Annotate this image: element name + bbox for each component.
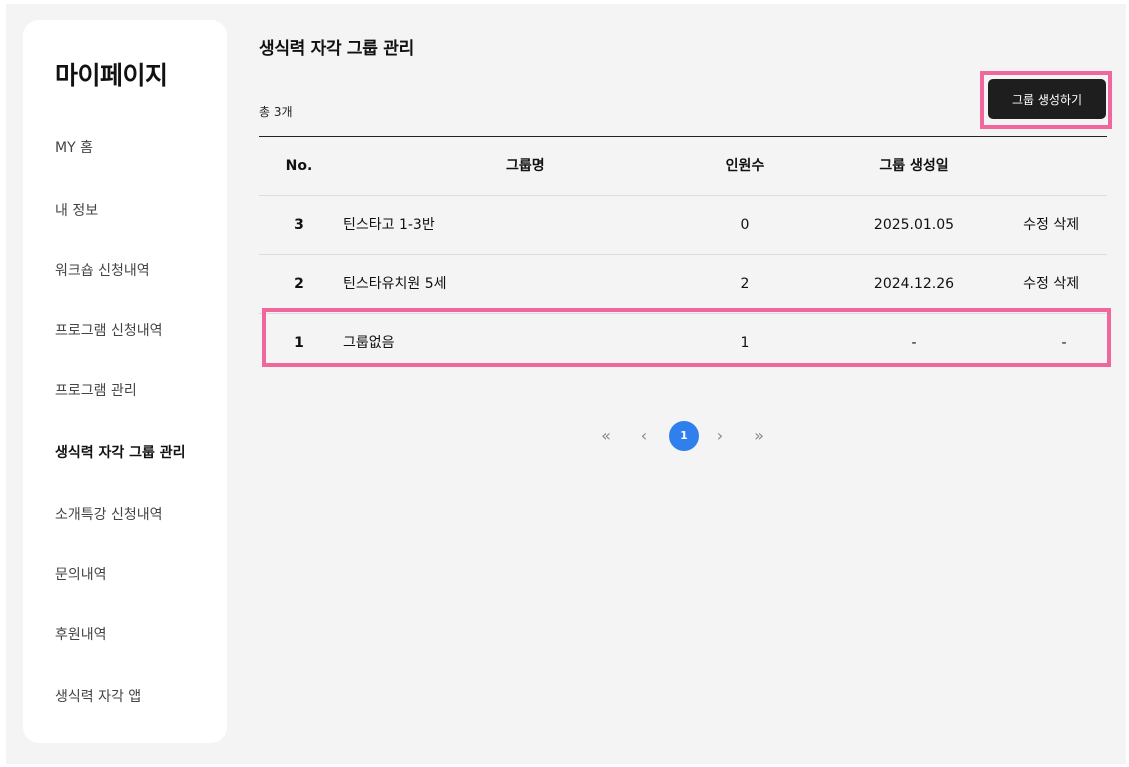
last-page-icon[interactable]: » (749, 421, 769, 451)
sidebar-item-lecture[interactable]: 소개특강 신청내역 (55, 504, 163, 524)
row-created: 2024.12.26 (873, 276, 955, 292)
sidebar: 마이페이지 MY 홈 내 정보 워크숍 신청내역 프로그램 신청내역 프로그램 … (23, 20, 227, 743)
sidebar-item-program-applications[interactable]: 프로그램 신청내역 (55, 320, 163, 340)
table-row[interactable]: 2 틴스타유치원 5세 2 2024.12.26 수정 삭제 (259, 255, 1107, 314)
delete-link[interactable]: 삭제 (1053, 255, 1079, 313)
sidebar-item-donations[interactable]: 후원내역 (55, 624, 107, 644)
table-header: No. 그룹명 인원수 그룹 생성일 (259, 137, 1107, 196)
sidebar-item-my-home[interactable]: MY 홈 (55, 137, 93, 157)
pagination: « ‹ 1 › » (0, 421, 1129, 451)
sidebar-item-workshop[interactable]: 워크숍 신청내역 (55, 260, 150, 280)
sidebar-title: 마이페이지 (55, 61, 168, 90)
first-page-icon[interactable]: « (596, 421, 616, 451)
sidebar-item-app[interactable]: 생식력 자각 앱 (55, 686, 141, 706)
row-count: 2 (740, 276, 750, 292)
row-no: 3 (294, 217, 304, 233)
row-name: 틴스타유치원 5세 (343, 276, 447, 292)
row-count: 0 (740, 217, 750, 233)
header-no: No. (285, 158, 313, 174)
prev-page-icon[interactable]: ‹ (636, 421, 652, 451)
edit-link[interactable]: 수정 (1023, 255, 1049, 313)
page-title: 생식력 자각 그룹 관리 (259, 39, 414, 59)
header-name: 그룹명 (506, 158, 545, 174)
row-created: 2025.01.05 (873, 217, 955, 233)
sidebar-item-inquiries[interactable]: 문의내역 (55, 564, 107, 584)
next-page-icon[interactable]: › (712, 421, 728, 451)
sidebar-item-program-management[interactable]: 프로그램 관리 (55, 380, 137, 400)
sidebar-item-my-info[interactable]: 내 정보 (55, 200, 98, 220)
table-row[interactable]: 3 틴스타고 1-3반 0 2025.01.05 수정 삭제 (259, 196, 1107, 255)
page-1-button[interactable]: 1 (669, 421, 699, 451)
create-group-button[interactable]: 그룹 생성하기 (988, 79, 1106, 119)
total-count: 총 3개 (259, 105, 293, 119)
header-created: 그룹 생성일 (879, 158, 949, 174)
row-highlight (262, 308, 1111, 367)
delete-link[interactable]: 삭제 (1053, 196, 1079, 254)
header-count: 인원수 (725, 158, 765, 174)
edit-link[interactable]: 수정 (1023, 196, 1049, 254)
row-no: 2 (294, 276, 304, 292)
row-name: 틴스타고 1-3반 (343, 217, 435, 233)
